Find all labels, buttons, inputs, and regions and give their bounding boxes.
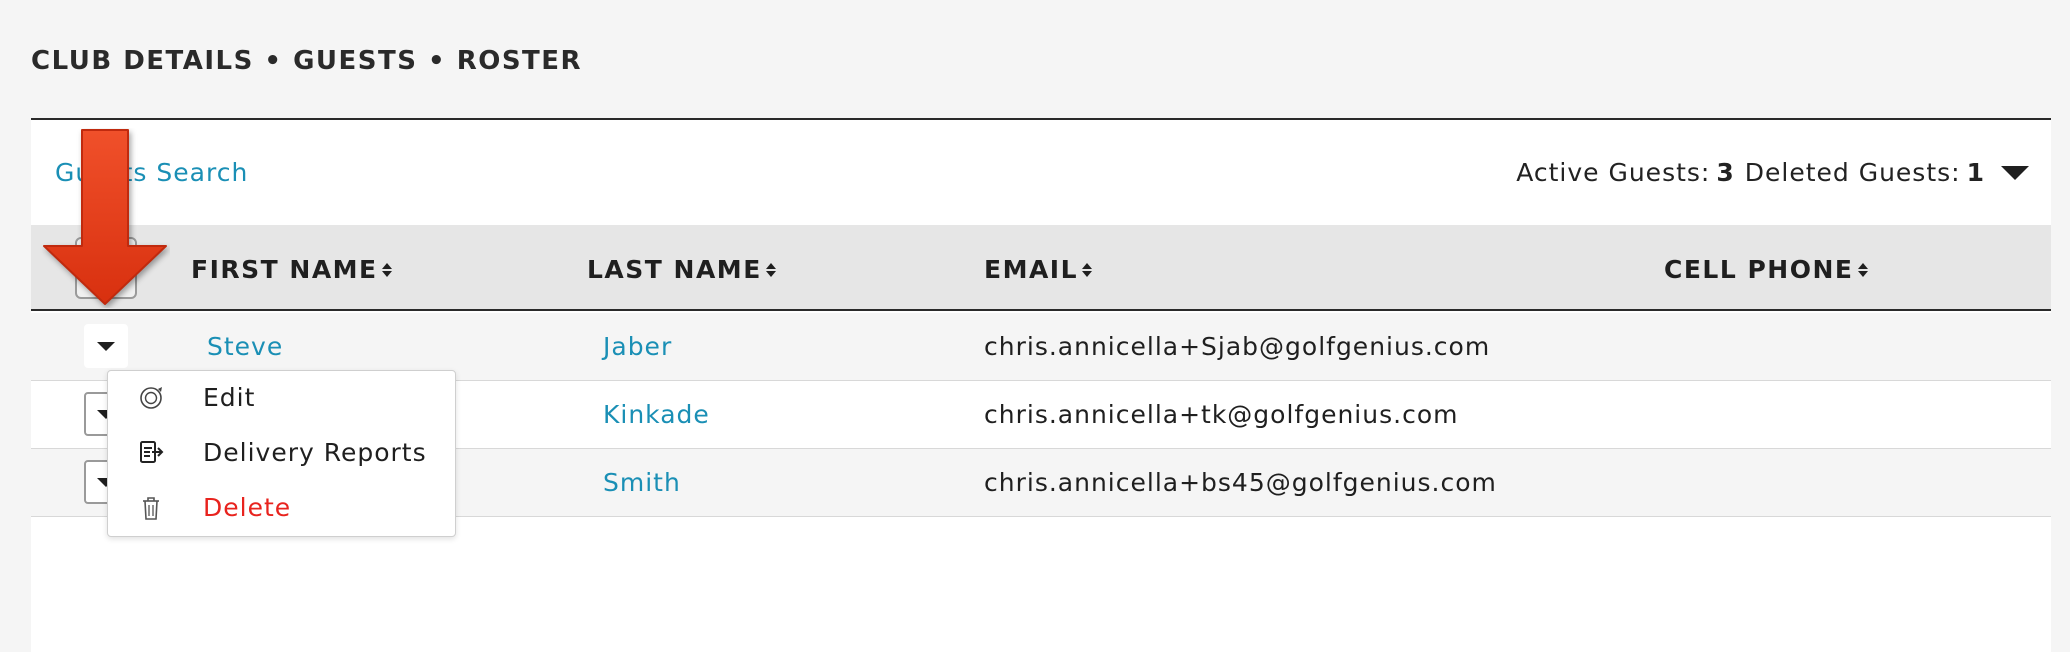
guest-counts: Active Guests: 3 Deleted Guests: 1 — [1516, 158, 2029, 187]
active-guests-label: Active Guests: — [1516, 158, 1711, 187]
roster-toolbar: Guests Search Active Guests: 3 Deleted G… — [31, 120, 2051, 225]
header-last-name-label: LAST NAME — [587, 255, 762, 284]
first-name-cell[interactable]: Steve — [207, 332, 283, 361]
email-cell: chris.annicella+tk@golfgenius.com — [984, 400, 1459, 429]
table-header: FIRST NAME LAST NAME EMAIL CELL PHONE — [31, 225, 2051, 311]
header-first-name-label: FIRST NAME — [191, 255, 378, 284]
edit-icon — [140, 387, 162, 409]
row-actions-menu: Edit Delivery Reports Delete — [107, 370, 456, 537]
menu-item-label: Edit — [203, 382, 256, 412]
menu-item-label: Delete — [203, 492, 292, 522]
email-cell: chris.annicella+bs45@golfgenius.com — [984, 468, 1497, 497]
sort-icon — [381, 262, 392, 277]
menu-item-label: Delivery Reports — [203, 437, 427, 467]
deleted-guests-count: 1 — [1966, 158, 1985, 187]
sort-icon — [1082, 262, 1093, 277]
header-cell-phone[interactable]: CELL PHONE — [1664, 255, 1868, 284]
header-email-label: EMAIL — [984, 255, 1079, 284]
delivery-reports-icon — [140, 441, 164, 463]
menu-item-delete[interactable]: Delete — [108, 481, 455, 533]
last-name-cell[interactable]: Smith — [603, 468, 681, 497]
sort-icon — [765, 262, 776, 277]
header-email[interactable]: EMAIL — [984, 255, 1093, 284]
breadcrumb: CLUB DETAILS • GUESTS • ROSTER — [31, 46, 583, 76]
last-name-cell[interactable]: Kinkade — [603, 400, 710, 429]
deleted-guests-label: Deleted Guests: — [1744, 158, 1961, 187]
chevron-down-icon — [97, 341, 115, 351]
active-guests-count: 3 — [1716, 158, 1735, 187]
email-cell: chris.annicella+Sjab@golfgenius.com — [984, 332, 1491, 361]
last-name-cell[interactable]: Jaber — [603, 332, 672, 361]
header-last-name[interactable]: LAST NAME — [587, 255, 776, 284]
menu-item-delivery-reports[interactable]: Delivery Reports — [108, 426, 455, 478]
sort-icon — [1857, 262, 1868, 277]
counts-dropdown-caret-icon[interactable] — [2001, 165, 2029, 180]
header-first-name[interactable]: FIRST NAME — [191, 255, 392, 284]
trash-icon — [143, 497, 159, 520]
menu-item-edit[interactable]: Edit — [108, 371, 455, 423]
row-actions-toggle[interactable] — [84, 324, 128, 368]
annotation-arrow-icon — [43, 129, 167, 305]
header-cell-phone-label: CELL PHONE — [1664, 255, 1854, 284]
